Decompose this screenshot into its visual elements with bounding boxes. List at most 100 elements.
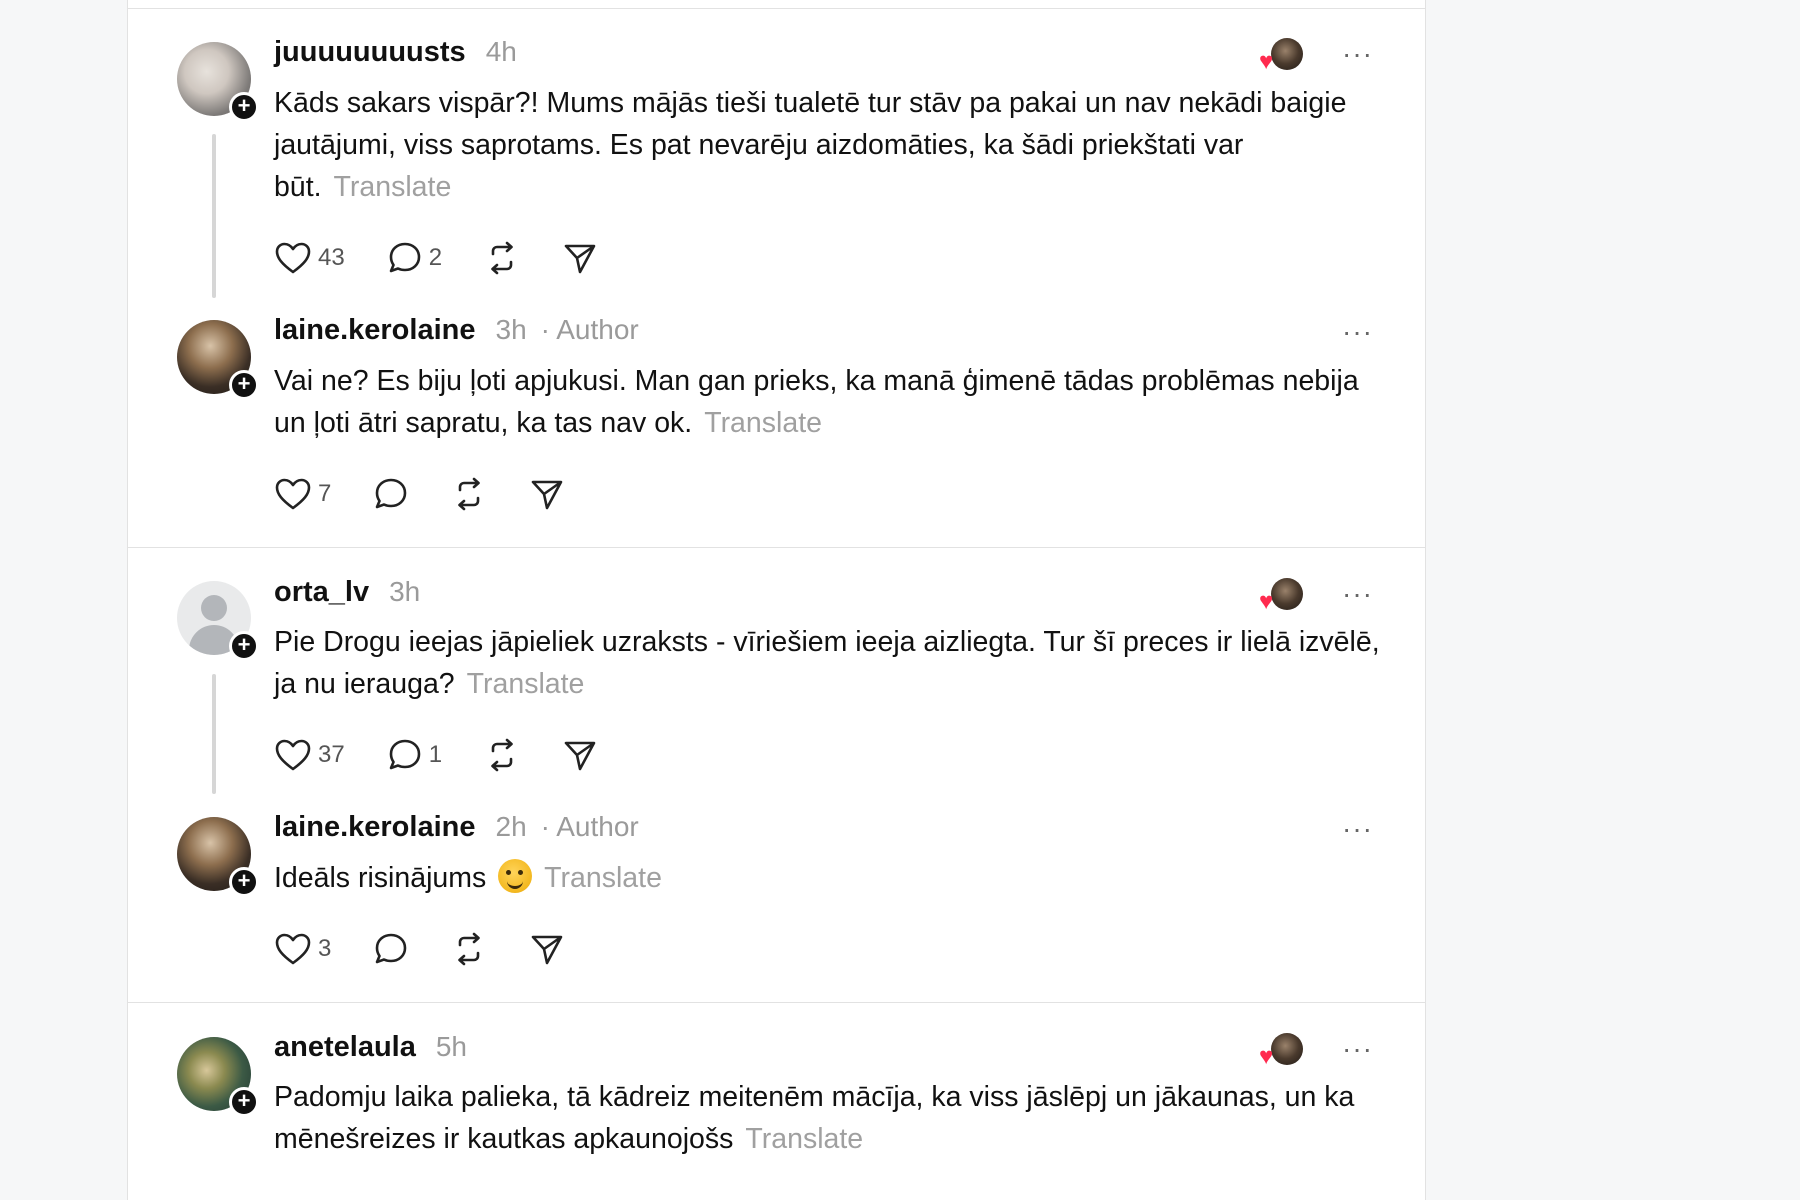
like-button[interactable]: 37 <box>274 738 345 772</box>
liked-by-author-indicator: ♥ <box>1259 1033 1305 1070</box>
liked-by-author-indicator: ♥ <box>1259 578 1305 615</box>
comment-header: orta_lv 3h <box>274 576 420 609</box>
heart-icon <box>275 242 311 274</box>
send-icon <box>564 741 596 771</box>
speech-bubble-icon <box>389 242 421 273</box>
liked-by-author-indicator: ♥ <box>1259 38 1305 75</box>
speech-bubble-icon <box>389 739 421 770</box>
author-label: · Author <box>540 811 639 842</box>
heart-icon: ♥ <box>1259 48 1274 75</box>
avatar-laine-kerolaine[interactable]: + <box>177 320 259 400</box>
heart-icon: ♥ <box>1259 588 1274 615</box>
comment-header: anetelaula 5h <box>274 1031 467 1064</box>
avatar-orta-lv[interactable]: + <box>177 581 259 661</box>
avatar-anetelaula[interactable]: + <box>177 1037 259 1117</box>
reply-button[interactable]: 2 <box>387 240 442 276</box>
follow-plus-icon[interactable]: + <box>229 92 259 122</box>
translate-link[interactable]: Translate <box>334 171 452 203</box>
like-count: 37 <box>318 741 345 768</box>
username[interactable]: laine.kerolaine <box>274 811 476 844</box>
heart-icon <box>275 933 311 965</box>
avatar-laine-kerolaine[interactable]: + <box>177 817 259 897</box>
more-options-button[interactable]: ··· <box>1342 1033 1373 1065</box>
follow-plus-icon[interactable]: + <box>229 631 259 661</box>
timestamp[interactable]: 2h <box>496 811 527 843</box>
author-avatar-mini <box>1271 38 1303 70</box>
reply-text: Vai ne? Es biju ļoti apjukusi. Man gan p… <box>274 360 1394 444</box>
author-avatar-mini <box>1271 1033 1303 1065</box>
repost-button[interactable] <box>451 476 487 512</box>
send-icon <box>532 480 563 510</box>
reply-text: Ideāls risinājums Translate <box>274 857 1394 899</box>
translate-link[interactable]: Translate <box>544 862 662 894</box>
like-button[interactable]: 43 <box>274 241 345 275</box>
thread-line <box>212 134 216 298</box>
reply-header: laine.kerolaine 2h · Author <box>274 811 639 844</box>
speech-bubble-icon <box>376 478 407 509</box>
repost-button[interactable] <box>484 737 520 773</box>
timestamp[interactable]: 5h <box>436 1031 467 1063</box>
reply-header: laine.kerolaine 3h · Author <box>274 314 639 347</box>
share-button[interactable] <box>529 931 565 967</box>
thread-divider <box>128 547 1425 548</box>
timestamp[interactable]: 4h <box>486 36 517 68</box>
comment-text: Padomju laika palieka, tā kādreiz meiten… <box>274 1076 1394 1160</box>
more-options-button[interactable]: ··· <box>1342 578 1373 610</box>
action-bar: 3 <box>274 931 565 967</box>
repost-button[interactable] <box>484 240 520 276</box>
reply-count: 2 <box>428 244 443 271</box>
speech-bubble-icon <box>376 933 407 964</box>
follow-plus-icon[interactable]: + <box>229 867 259 897</box>
timestamp[interactable]: 3h <box>496 314 527 346</box>
like-button[interactable]: 3 <box>274 932 331 966</box>
share-button[interactable] <box>529 476 565 512</box>
comment-text: Pie Drogu ieejas jāpieliek uzraksts - vī… <box>274 621 1394 705</box>
follow-plus-icon[interactable]: + <box>229 1087 259 1117</box>
action-bar: 7 <box>274 476 565 512</box>
translate-link[interactable]: Translate <box>467 668 585 700</box>
like-count: 43 <box>318 244 345 271</box>
comment-body: Pie Drogu ieejas jāpieliek uzraksts - vī… <box>274 626 1380 700</box>
thread-divider <box>128 1002 1425 1003</box>
timestamp[interactable]: 3h <box>389 576 420 608</box>
translate-link[interactable]: Translate <box>745 1123 863 1155</box>
heart-icon <box>275 739 311 771</box>
reply-button[interactable]: 1 <box>387 737 442 773</box>
username[interactable]: juuuuuuuusts <box>274 36 466 69</box>
comment-text: Kāds sakars vispār?! Mums mājās tieši tu… <box>274 82 1394 208</box>
repost-icon <box>458 932 481 966</box>
author-label: · Author <box>540 314 639 345</box>
like-count: 3 <box>318 935 332 962</box>
username[interactable]: laine.kerolaine <box>274 314 476 347</box>
follow-plus-icon[interactable]: + <box>229 370 259 400</box>
share-button[interactable] <box>562 240 598 276</box>
reply-button[interactable] <box>373 931 409 967</box>
repost-button[interactable] <box>451 931 487 967</box>
heart-icon <box>275 478 311 510</box>
username[interactable]: anetelaula <box>274 1031 416 1064</box>
more-options-button[interactable]: ··· <box>1342 316 1373 348</box>
reply-button[interactable] <box>373 476 409 512</box>
send-icon <box>532 935 563 965</box>
thread-column: + juuuuuuuusts 4h ♥ ··· Kāds sakars visp… <box>127 0 1426 1200</box>
more-options-button[interactable]: ··· <box>1342 38 1373 70</box>
author-avatar-mini <box>1271 578 1303 610</box>
share-button[interactable] <box>562 737 598 773</box>
repost-icon <box>491 241 513 275</box>
reply-body: Ideāls risinājums <box>274 862 487 894</box>
top-divider <box>128 8 1425 9</box>
smiling-face-emoji-icon <box>498 859 533 893</box>
repost-icon <box>491 738 513 772</box>
like-count: 7 <box>318 480 332 507</box>
action-bar: 43 2 <box>274 240 598 276</box>
thread-line <box>212 674 216 794</box>
reply-count: 1 <box>428 741 443 768</box>
like-button[interactable]: 7 <box>274 477 331 511</box>
more-options-button[interactable]: ··· <box>1342 813 1373 845</box>
avatar-juuuuuuuusts[interactable]: + <box>177 42 259 122</box>
translate-link[interactable]: Translate <box>704 407 822 439</box>
username[interactable]: orta_lv <box>274 576 369 609</box>
repost-icon <box>458 477 481 511</box>
heart-icon: ♥ <box>1259 1043 1274 1070</box>
action-bar: 37 1 <box>274 737 598 773</box>
